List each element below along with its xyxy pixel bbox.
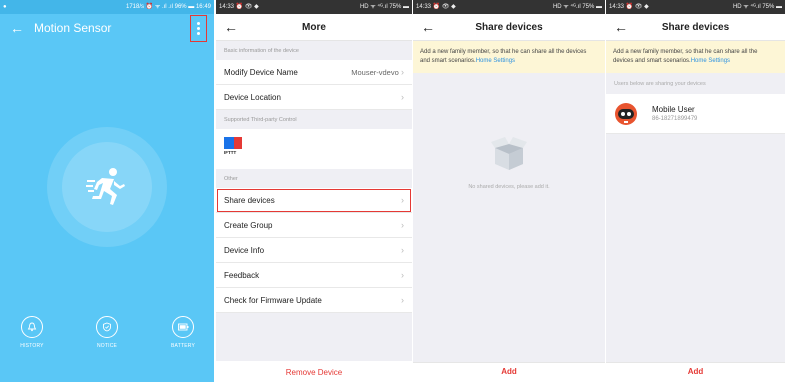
empty-box-icon	[491, 137, 527, 170]
banner-text: Add a new family member, so that he can …	[613, 49, 758, 64]
home-settings-link[interactable]: Home Settings	[691, 58, 730, 64]
status-right: HD ᯤ ⁴ᴳ.ıl 75% ▬	[552, 4, 602, 10]
history-button[interactable]: HISTORY	[15, 316, 49, 349]
create-group-row[interactable]: Create Group ›	[216, 213, 412, 238]
info-banner: Add a new family member, so that he can …	[606, 41, 785, 73]
empty-state-text: No shared devices, please add it.	[468, 184, 550, 190]
back-arrow-icon[interactable]: ←	[417, 19, 439, 35]
add-label: Add	[687, 367, 704, 376]
ifttt-label: IFTTT	[224, 150, 237, 155]
top-bar: ← More	[216, 14, 412, 41]
status-right: 1718/s ⏰ ᯤ .ıl .ıl 96% ▬ 16:49	[126, 4, 211, 10]
status-bar: 14:33 ⏰ 👁 ◆ HD ᯤ ⁴ᴳ.ıl 75% ▬	[606, 0, 785, 14]
share-devices-empty-screen: 14:33 ⏰ 👁 ◆ HD ᯤ ⁴ᴳ.ıl 75% ▬ ← Share dev…	[413, 0, 605, 382]
add-label: Add	[501, 367, 517, 376]
row-label: Device Info	[224, 245, 265, 255]
shared-user-row[interactable]: Mobile User 86-18271899479	[606, 94, 785, 134]
status-right: HD ᯤ ⁴ᴳ.ıl 75% ▬	[359, 4, 409, 10]
top-bar: ← Motion Sensor	[0, 14, 214, 42]
battery-label: BATTERY	[171, 343, 195, 349]
back-arrow-icon[interactable]: ←	[610, 19, 632, 35]
page-title: Motion Sensor	[34, 20, 112, 35]
top-bar: ← Share devices	[606, 14, 785, 41]
row-label: Device Location	[224, 92, 281, 102]
status-left: 14:33 ⏰ 👁 ◆	[219, 4, 259, 10]
back-arrow-icon[interactable]: ←	[220, 19, 242, 35]
battery-icon	[177, 323, 188, 331]
history-label: HISTORY	[20, 343, 44, 349]
status-left: ●	[3, 4, 7, 10]
modify-device-name-row[interactable]: Modify Device Name Mouser-vdevo ›	[216, 60, 412, 85]
chevron-right-icon: ›	[401, 92, 404, 102]
section-header-basic: Basic information of the device	[224, 48, 299, 54]
row-label: Feedback	[224, 270, 260, 280]
notice-label: NOTICE	[96, 343, 118, 349]
device-info-row[interactable]: Device Info ›	[216, 238, 412, 263]
share-devices-list-screen: 14:33 ⏰ 👁 ◆ HD ᯤ ⁴ᴳ.ıl 75% ▬ ← Share dev…	[606, 0, 785, 382]
status-right: HD ᯤ ⁴ᴳ.ıl 75% ▬	[732, 4, 782, 10]
more-screen: 14:33 ⏰ 👁 ◆ HD ᯤ ⁴ᴳ.ıl 75% ▬ ← More Basi…	[216, 0, 412, 382]
user-phone: 86-18271899479	[652, 116, 698, 122]
chevron-right-icon: ›	[401, 245, 404, 255]
ifttt-row[interactable]: IFTTT	[216, 129, 412, 169]
device-location-row[interactable]: Device Location ›	[216, 85, 412, 110]
user-name: Mobile User	[652, 105, 695, 114]
remove-device-button[interactable]: Remove Device	[216, 361, 412, 382]
top-bar: ← Share devices	[413, 14, 605, 41]
chevron-right-icon: ›	[401, 220, 404, 230]
bell-icon	[27, 322, 37, 332]
section-header-thirdparty: Supported Third-party Control	[224, 117, 297, 123]
page-title: More	[302, 21, 326, 33]
sharing-header: Users below are sharing your devices	[614, 81, 706, 87]
row-label: Modify Device Name	[224, 67, 298, 77]
chevron-right-icon: ›	[401, 195, 404, 205]
status-left: 14:33 ⏰ 👁 ◆	[609, 4, 649, 10]
running-person-icon	[86, 168, 125, 205]
add-button[interactable]: Add	[606, 362, 785, 382]
device-name-value: Mouser-vdevo	[351, 68, 399, 77]
robot-avatar-icon	[615, 102, 637, 125]
status-bar: 14:33 ⏰ 👁 ◆ HD ᯤ ⁴ᴳ.ıl 75% ▬	[413, 0, 605, 14]
info-banner: Add a new family member, so that he can …	[413, 41, 605, 73]
motion-sensor-screen: ● 1718/s ⏰ ᯤ .ıl .ıl 96% ▬ 16:49 ← Motio…	[0, 0, 214, 382]
shield-icon	[103, 322, 111, 332]
ifttt-logo-icon: IFTTT	[224, 137, 242, 157]
row-label: Share devices	[224, 195, 275, 205]
row-label: Check for Firmware Update	[224, 295, 322, 305]
chevron-right-icon: ›	[401, 67, 404, 77]
notice-button[interactable]: NOTICE	[90, 316, 124, 349]
battery-button[interactable]: BATTERY	[166, 316, 200, 349]
back-arrow-icon[interactable]: ←	[6, 20, 28, 36]
page-title: Share devices	[661, 21, 730, 33]
more-options-icon[interactable]	[190, 15, 207, 42]
share-devices-row[interactable]: Share devices ›	[216, 188, 412, 213]
status-bar: 14:33 ⏰ 👁 ◆ HD ᯤ ⁴ᴳ.ıl 75% ▬	[216, 0, 412, 14]
chevron-right-icon: ›	[401, 270, 404, 280]
chevron-right-icon: ›	[401, 295, 404, 305]
add-button[interactable]: Add	[413, 362, 605, 382]
status-bar: ● 1718/s ⏰ ᯤ .ıl .ıl 96% ▬ 16:49	[0, 0, 214, 14]
status-left: 14:33 ⏰ 👁 ◆	[416, 4, 456, 10]
row-label: Create Group	[224, 220, 273, 230]
feedback-row[interactable]: Feedback ›	[216, 263, 412, 288]
page-title: Share devices	[475, 21, 543, 33]
firmware-update-row[interactable]: Check for Firmware Update ›	[216, 288, 412, 313]
section-header-other: Other	[224, 176, 238, 182]
home-settings-link[interactable]: Home Settings	[476, 58, 515, 64]
